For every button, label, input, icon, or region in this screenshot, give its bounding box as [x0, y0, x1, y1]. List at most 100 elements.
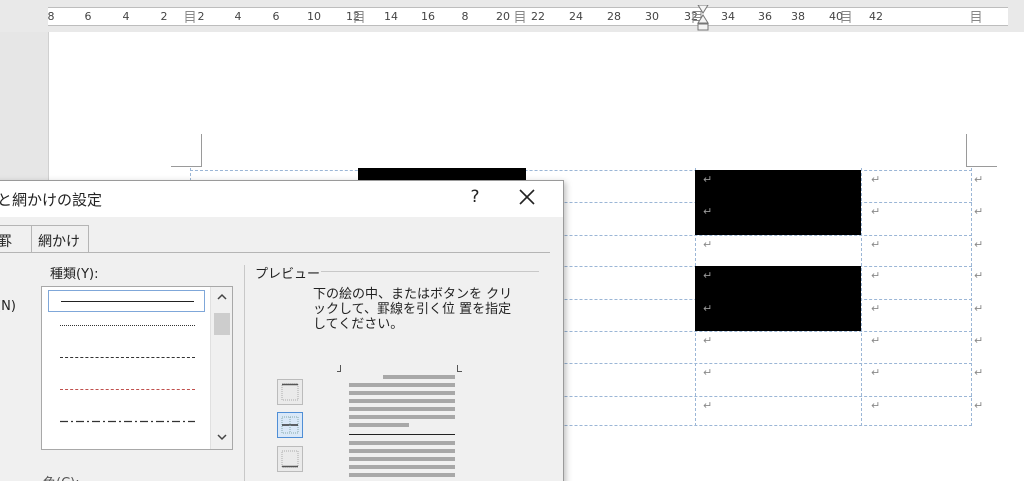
crop-mark — [171, 166, 202, 167]
ruler-number: 36 — [758, 10, 772, 23]
preview-text-bar — [349, 423, 409, 427]
preview-label: プレビュー — [255, 267, 321, 282]
dialog-tabs: 罫線 網かけ — [0, 225, 563, 270]
line-style-dashed-red[interactable] — [48, 379, 205, 401]
ruler-number: 10 — [307, 10, 321, 23]
dialog-title: と網かけの設定 — [0, 191, 103, 209]
paragraph-mark: ↵ — [871, 238, 881, 251]
tab-shading[interactable]: 網かけ — [31, 225, 89, 253]
preview-text-bar — [383, 375, 455, 379]
paragraph-mark: ↵ — [703, 205, 713, 218]
paragraph-mark: ↵ — [974, 238, 984, 251]
paragraph-mark: ↵ — [703, 334, 713, 347]
horizontal-ruler[interactable]: 8 6 4 2 2 4 6 10 12 14 16 8 20 22 24 28 30 32 34 36 38 40 42 — [0, 0, 1024, 32]
paragraph-mark: ↵ — [871, 205, 881, 218]
indent-marker-icon[interactable] — [697, 5, 709, 31]
preview-bottom-border-button[interactable] — [277, 446, 303, 472]
paragraph-mark: ↵ — [871, 334, 881, 347]
crop-mark — [201, 134, 202, 166]
ruler-number: 34 — [721, 10, 735, 23]
paragraph-mark: ↵ — [974, 205, 984, 218]
paragraph-mark: ↵ — [974, 269, 984, 282]
preview-text-bar — [349, 457, 455, 461]
ruler-number: 38 — [791, 10, 805, 23]
scroll-up-icon[interactable] — [216, 291, 228, 303]
preview-top-border-button[interactable] — [277, 379, 303, 405]
paragraph-mark: ↵ — [703, 399, 713, 412]
close-icon[interactable] — [515, 185, 539, 209]
paragraph-mark: ↵ — [703, 366, 713, 379]
ruler-number: 30 — [645, 10, 659, 23]
paragraph-mark: ↵ — [871, 302, 881, 315]
dotted-line — [60, 325, 195, 326]
crop-mark — [966, 166, 997, 167]
paragraph-mark: ↵ — [974, 334, 984, 347]
shaded-table-cell[interactable] — [695, 202, 861, 235]
paragraph-mark: ↵ — [871, 366, 881, 379]
shaded-table-cell[interactable] — [695, 266, 861, 299]
preview-separator — [244, 265, 245, 481]
table-gridline — [861, 168, 862, 426]
shaded-table-cell[interactable] — [695, 170, 861, 202]
scroll-down-icon[interactable] — [216, 431, 228, 443]
style-label: 種類(Y): — [50, 267, 99, 282]
ruler-number: 2 — [160, 10, 168, 23]
paragraph-mark: ↵ — [703, 238, 713, 251]
paragraph-mark: ↵ — [871, 399, 881, 412]
preview-text-bar — [349, 465, 455, 469]
preview-text-bar — [349, 407, 455, 411]
shaded-table-cell[interactable] — [695, 299, 861, 331]
paragraph-mark: ↵ — [703, 302, 713, 315]
paragraph-mark: ↵ — [974, 173, 984, 186]
preview-diagram[interactable] — [337, 365, 467, 481]
preview-border-line — [349, 434, 455, 435]
bottom-color-label: 色(C): — [43, 472, 80, 481]
line-style-list[interactable] — [41, 286, 233, 450]
ruler-column-marker[interactable] — [185, 11, 195, 23]
left-option-label[interactable]: )(N) — [0, 299, 16, 314]
dashed-line — [60, 357, 195, 358]
tab-borders[interactable]: 罫線 — [0, 225, 32, 270]
paragraph-mark: ↵ — [974, 366, 984, 379]
paragraph-mark: ↵ — [974, 399, 984, 412]
ruler-number: 14 — [384, 10, 398, 23]
crop-mark — [966, 134, 967, 166]
preview-text-bar — [349, 383, 455, 387]
red-dashed-line — [60, 389, 195, 390]
line-style-dashed[interactable] — [48, 347, 205, 369]
ruler-number: 42 — [869, 10, 883, 23]
line-style-scrollbar[interactable] — [210, 287, 232, 449]
line-style-solid[interactable] — [48, 290, 205, 312]
ruler-number: 4 — [122, 10, 130, 23]
paragraph-mark: ↵ — [703, 269, 713, 282]
preview-groupbox-line — [321, 271, 539, 272]
dialog-titlebar[interactable]: と網かけの設定 ? — [0, 181, 563, 217]
inside-horizontal-border-icon — [281, 416, 299, 434]
help-button[interactable]: ? — [465, 187, 485, 207]
bottom-border-icon — [281, 450, 299, 468]
line-style-dotted[interactable] — [48, 315, 205, 337]
paragraph-mark: ↵ — [974, 302, 984, 315]
ruler-number: 28 — [607, 10, 621, 23]
ruler-number: 4 — [234, 10, 242, 23]
ruler-column-marker[interactable] — [841, 11, 851, 23]
paragraph-mark: ↵ — [871, 269, 881, 282]
line-style-dash-dot[interactable] — [48, 411, 205, 433]
top-border-icon — [281, 383, 299, 401]
preview-inside-horizontal-button[interactable] — [277, 412, 303, 438]
solid-line — [61, 301, 194, 302]
preview-text-bar — [349, 449, 455, 453]
ruler-number: 8 — [47, 10, 55, 23]
ruler-column-marker[interactable] — [354, 11, 364, 23]
ruler-number: 22 — [531, 10, 545, 23]
ruler-strip[interactable]: 8 6 4 2 2 4 6 10 12 14 16 8 20 22 24 28 30 32 34 36 38 40 42 — [48, 7, 1008, 26]
preview-text-bar — [349, 441, 455, 445]
ruler-column-marker[interactable] — [515, 11, 525, 23]
preview-text-bar — [349, 415, 455, 419]
preview-text-bar — [349, 473, 455, 477]
scroll-thumb[interactable] — [214, 313, 230, 335]
ruler-column-marker[interactable] — [971, 11, 981, 23]
borders-and-shading-dialog: と網かけの設定 ? 罫線 網かけ )(N) ) 種類(Y): — [0, 180, 564, 481]
preview-text-bar — [349, 399, 455, 403]
ruler-number: 2 — [197, 10, 205, 23]
